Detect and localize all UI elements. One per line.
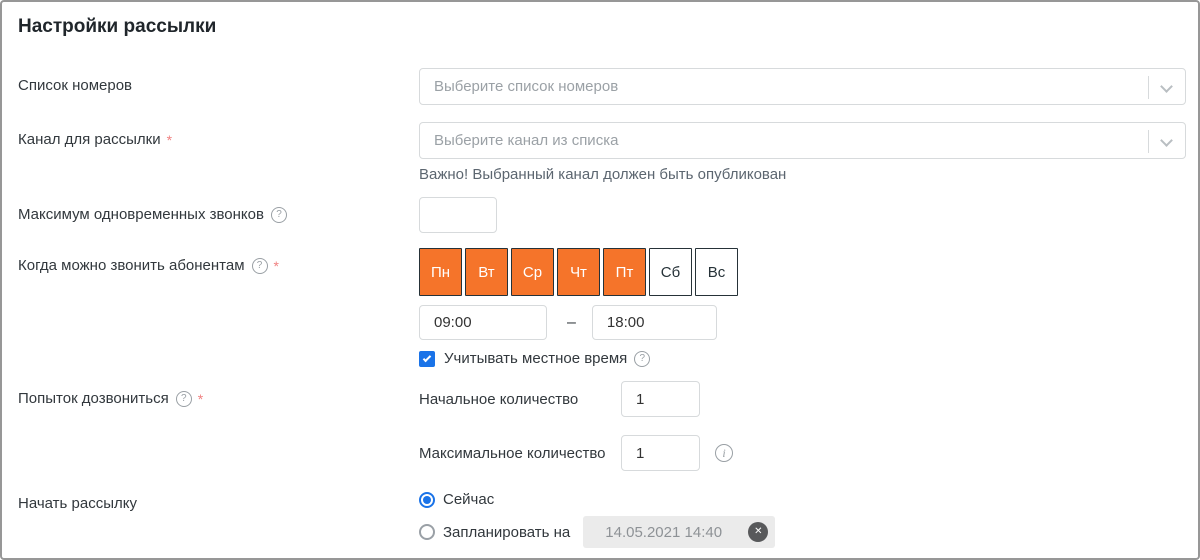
local-time-checkbox[interactable] — [419, 350, 435, 367]
required-asterisk: * — [166, 131, 173, 148]
number-list-select[interactable]: Выберите список номеров — [419, 68, 1186, 105]
schedule-row: Запланировать на ✕ — [419, 516, 1184, 548]
select-divider — [1148, 130, 1149, 153]
schedule-datetime-input[interactable] — [583, 516, 776, 548]
initial-count-row: Начальное количество — [419, 381, 1184, 417]
start-now-row: Сейчас — [419, 491, 1184, 508]
help-icon[interactable]: ? — [634, 350, 651, 367]
field-max-concurrent-calls: Максимум одновременных звонков ? — [18, 197, 1184, 233]
start-now-label[interactable]: Сейчас — [443, 491, 494, 508]
number-list-placeholder: Выберите список номеров — [434, 78, 619, 95]
day-button-sun[interactable]: Вс — [695, 248, 738, 296]
select-divider — [1148, 76, 1149, 99]
max-count-input[interactable] — [621, 435, 700, 471]
field-number-list: Список номеров Выберите список номеров — [18, 68, 1186, 105]
start-now-radio[interactable] — [419, 491, 435, 508]
local-time-label[interactable]: Учитывать местное время — [444, 350, 627, 367]
chevron-down-icon[interactable] — [1160, 80, 1173, 93]
time-to-input[interactable] — [591, 305, 717, 340]
channel-label: Канал для рассылки — [18, 131, 161, 148]
help-icon[interactable]: ? — [270, 206, 287, 223]
number-list-label: Список номеров — [18, 77, 133, 94]
field-start-campaign: Начать рассылку Сейчас Запланировать на … — [18, 491, 1184, 548]
help-icon[interactable]: ? — [251, 257, 268, 274]
channel-select[interactable]: Выберите канал из списка — [419, 122, 1186, 159]
dial-attempts-label: Попыток дозвониться — [18, 390, 169, 407]
required-asterisk: * — [273, 257, 279, 274]
channel-placeholder: Выберите канал из списка — [434, 132, 619, 149]
day-button-wed[interactable]: Ср — [511, 248, 554, 296]
required-asterisk: * — [197, 390, 204, 407]
range-dash: – — [567, 313, 576, 331]
info-icon[interactable]: i — [715, 444, 733, 462]
day-button-fri[interactable]: Пт — [603, 248, 646, 296]
initial-count-label: Начальное количество — [419, 390, 579, 408]
max-count-label: Максимальное количество — [419, 444, 606, 462]
field-channel: Канал для рассылки * Выберите канал из с… — [18, 122, 1186, 183]
max-calls-input[interactable] — [419, 197, 497, 233]
day-button-thu[interactable]: Чт — [557, 248, 600, 296]
time-range-row: – — [419, 305, 1184, 340]
local-time-row: Учитывать местное время ? — [419, 350, 1184, 367]
start-campaign-label: Начать рассылку — [18, 495, 137, 512]
day-button-sat[interactable]: Сб — [649, 248, 692, 296]
field-dial-attempts: Попыток дозвониться ? * Начальное количе… — [18, 381, 1184, 471]
field-call-window: Когда можно звонить абонентам ? * Пн Вт … — [18, 248, 1184, 367]
initial-count-input[interactable] — [621, 381, 700, 417]
schedule-label[interactable]: Запланировать на — [443, 524, 570, 541]
schedule-radio[interactable] — [419, 524, 435, 540]
radio-dot — [423, 495, 431, 504]
schedule-datetime-wrap: ✕ — [583, 516, 776, 548]
day-button-mon[interactable]: Пн — [419, 248, 462, 296]
time-from-input[interactable] — [419, 305, 547, 340]
chevron-down-icon[interactable] — [1160, 134, 1173, 147]
max-calls-label: Максимум одновременных звонков — [18, 206, 264, 223]
max-count-row: Максимальное количество i — [419, 435, 1184, 471]
help-icon[interactable]: ? — [175, 390, 192, 407]
channel-note: Важно! Выбранный канал должен быть опубл… — [419, 166, 787, 183]
page-title: Настройки рассылки — [18, 16, 217, 37]
call-window-label: Когда можно звонить абонентам — [18, 257, 245, 274]
weekday-toggle-group: Пн Вт Ср Чт Пт Сб Вс — [419, 248, 1184, 296]
day-button-tue[interactable]: Вт — [465, 248, 508, 296]
mailing-settings-panel: Настройки рассылки Список номеров Выбери… — [0, 0, 1200, 560]
checkmark-icon — [422, 353, 432, 362]
